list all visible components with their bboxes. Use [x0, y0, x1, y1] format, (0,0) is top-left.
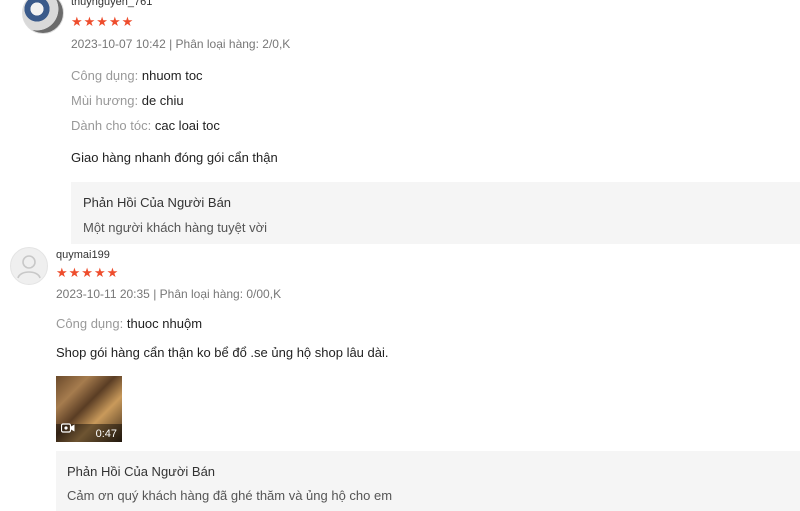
attribute-label: Mùi hương: [71, 93, 139, 108]
attribute-row: Công dụng: nhuom toc [71, 68, 203, 84]
seller-reply-text: Một người khách hàng tuyệt vời [83, 220, 268, 235]
review-video-thumbnail[interactable]: 0:47 [56, 376, 122, 442]
reviewer-username[interactable]: thuynguyen_761 [71, 0, 152, 8]
star-rating: ★★★★★ [71, 14, 135, 29]
video-camera-icon [60, 420, 75, 438]
review-comment: Shop gói hàng cẩn thận ko bể đổ .se ủng … [56, 345, 389, 360]
attribute-value: nhuom toc [141, 68, 203, 83]
seller-reply-title: Phản Hồi Của Người Bán [67, 464, 216, 479]
star-rating: ★★★★★ [56, 265, 120, 280]
attribute-label: Dành cho tóc: [71, 118, 152, 133]
seller-reply-title: Phản Hồi Của Người Bán [83, 195, 232, 210]
attribute-row: Mùi hương: de chiu [71, 93, 184, 109]
review-meta: 2023-10-11 20:35 | Phân loại hàng: 0/00,… [56, 287, 282, 301]
attribute-value: cac loai toc [154, 118, 220, 133]
review-meta: 2023-10-07 10:42 | Phân loại hàng: 2/0,K [71, 37, 291, 51]
attribute-value: thuoc nhuộm [126, 316, 203, 331]
attribute-row: Dành cho tóc: cac loai toc [71, 118, 220, 134]
seller-reply: Phản Hồi Của Người Bán Cảm ơn quý khách … [56, 451, 800, 511]
attribute-label: Công dụng: [71, 68, 139, 83]
attribute-value: de chiu [141, 93, 184, 108]
avatar[interactable] [10, 247, 48, 285]
avatar[interactable] [22, 0, 64, 34]
seller-reply: Phản Hồi Của Người Bán Một người khách h… [71, 182, 800, 244]
review-comment: Giao hàng nhanh đóng gói cẩn thận [71, 150, 278, 165]
attribute-row: Công dụng: thuoc nhuộm [56, 316, 202, 332]
video-duration: 0:47 [95, 428, 117, 440]
user-icon [17, 255, 41, 279]
seller-reply-text: Cảm ơn quý khách hàng đã ghé thăm và ủng… [67, 488, 393, 503]
attribute-label: Công dụng: [56, 316, 124, 331]
reviewer-username[interactable]: quymai199 [56, 249, 110, 261]
